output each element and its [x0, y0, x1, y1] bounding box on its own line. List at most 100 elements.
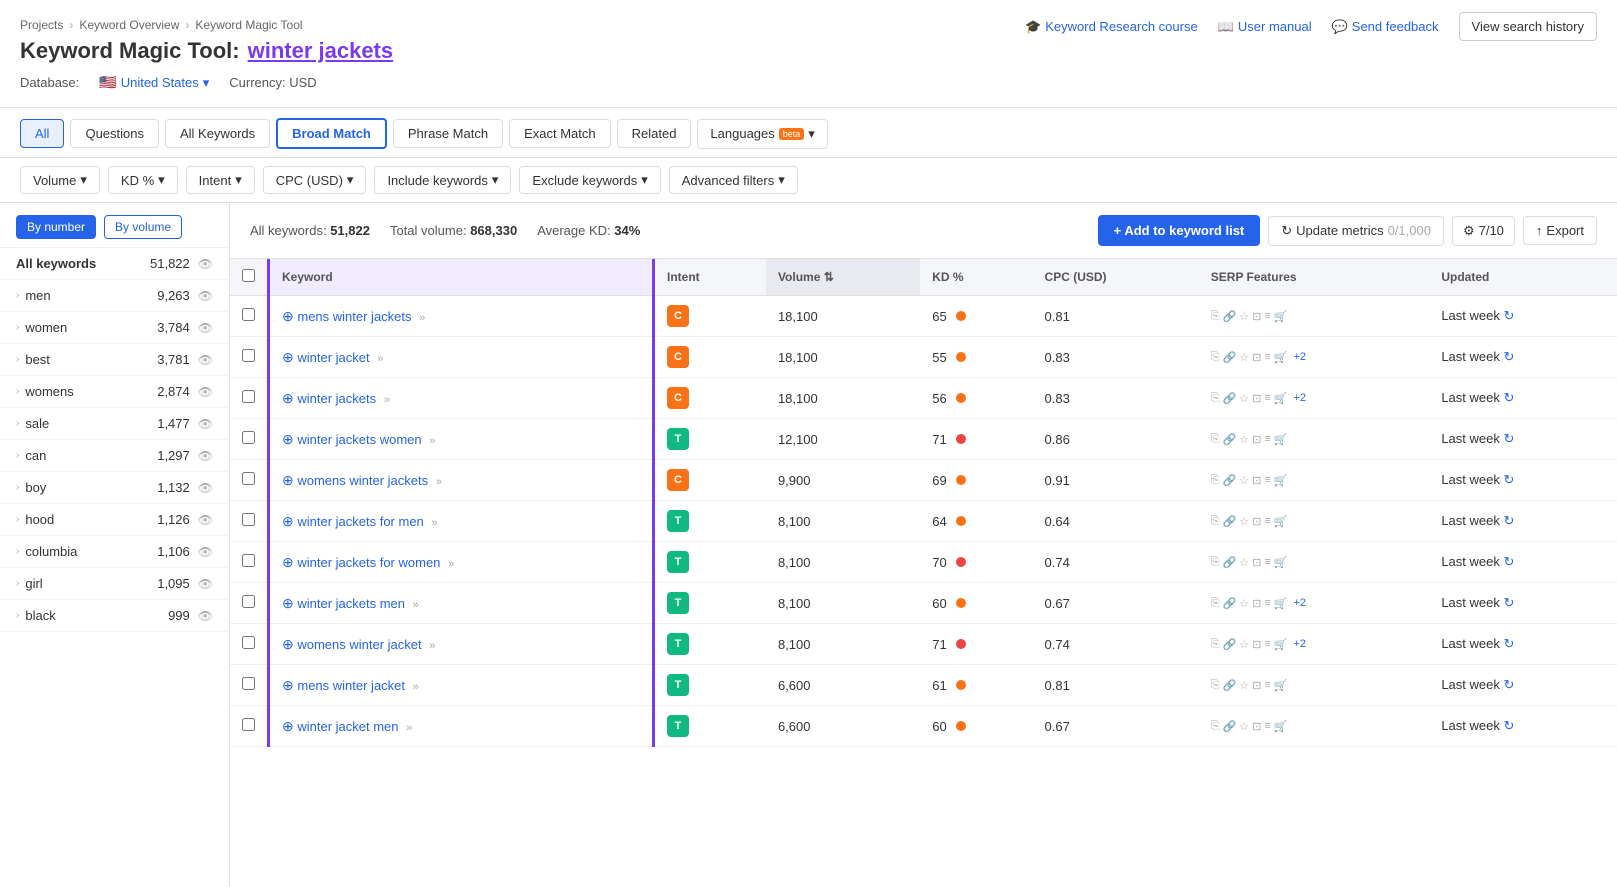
keyword-col-header[interactable]: Keyword: [269, 259, 654, 296]
serp-icon-3[interactable]: ☆: [1239, 679, 1249, 692]
serp-icon-3[interactable]: ☆: [1239, 720, 1249, 733]
keyword-link[interactable]: winter jackets women: [297, 432, 421, 447]
eye-icon[interactable]: 👁: [198, 609, 213, 623]
languages-dropdown[interactable]: Languages beta ▾: [697, 119, 827, 149]
sidebar-item-best[interactable]: › best 3,781 👁: [0, 344, 229, 376]
serp-icon-5[interactable]: ≡: [1264, 433, 1270, 445]
sidebar-item-womens[interactable]: › womens 2,874 👁: [0, 376, 229, 408]
eye-icon[interactable]: 👁: [198, 385, 213, 399]
row-checkbox[interactable]: [242, 390, 255, 403]
serp-icon-5[interactable]: ≡: [1264, 392, 1270, 404]
eye-icon[interactable]: 👁: [198, 449, 213, 463]
refresh-icon[interactable]: ↻: [1503, 677, 1514, 692]
arrow-icon[interactable]: »: [413, 681, 419, 693]
serp-icon-2[interactable]: 🔗: [1223, 638, 1237, 651]
kd-col-header[interactable]: KD %: [920, 259, 1032, 296]
add-keyword-icon[interactable]: ⊕: [282, 390, 294, 406]
serp-icon-1[interactable]: ⎘: [1211, 720, 1220, 733]
intent-filter[interactable]: Intent ▾: [186, 166, 255, 194]
serp-icon-6[interactable]: 🛒: [1274, 392, 1288, 405]
serp-icon-1[interactable]: ⎘: [1211, 433, 1220, 446]
serp-icon-1[interactable]: ⎘: [1211, 597, 1220, 610]
serp-icon-3[interactable]: ☆: [1239, 597, 1249, 610]
eye-icon[interactable]: 👁: [198, 289, 213, 303]
serp-icon-3[interactable]: ☆: [1239, 515, 1249, 528]
serp-icon-6[interactable]: 🛒: [1274, 310, 1288, 323]
serp-icon-5[interactable]: ≡: [1264, 597, 1270, 609]
intent-col-header[interactable]: Intent: [654, 259, 766, 296]
keyword-link[interactable]: winter jackets: [297, 391, 376, 406]
serp-icon-6[interactable]: 🛒: [1274, 351, 1288, 364]
updated-col-header[interactable]: Updated: [1429, 259, 1617, 296]
refresh-icon[interactable]: ↻: [1503, 636, 1514, 651]
arrow-icon[interactable]: »: [406, 722, 412, 734]
refresh-icon[interactable]: ↻: [1503, 513, 1514, 528]
serp-icon-5[interactable]: ≡: [1264, 351, 1270, 363]
serp-icon-4[interactable]: ⊡: [1252, 679, 1261, 692]
volume-col-header[interactable]: Volume ⇅: [766, 259, 920, 296]
tab-exact-match[interactable]: Exact Match: [509, 119, 611, 148]
arrow-icon[interactable]: »: [413, 599, 419, 611]
settings-button[interactable]: ⚙ 7/10: [1452, 216, 1515, 246]
keyword-link[interactable]: womens winter jacket: [297, 637, 421, 652]
serp-icon-2[interactable]: 🔗: [1223, 679, 1237, 692]
sort-by-volume-button[interactable]: By volume: [104, 215, 182, 239]
tab-phrase-match[interactable]: Phrase Match: [393, 119, 503, 148]
serp-icon-5[interactable]: ≡: [1264, 720, 1270, 732]
refresh-icon[interactable]: ↻: [1503, 554, 1514, 569]
export-button[interactable]: ↑ Export: [1523, 216, 1597, 245]
select-all-checkbox[interactable]: [242, 269, 255, 282]
sidebar-item-black[interactable]: › black 999 👁: [0, 600, 229, 632]
row-checkbox[interactable]: [242, 472, 255, 485]
include-keywords-filter[interactable]: Include keywords ▾: [374, 166, 511, 194]
add-keyword-icon[interactable]: ⊕: [282, 472, 294, 488]
serp-icon-5[interactable]: ≡: [1264, 556, 1270, 568]
arrow-icon[interactable]: »: [384, 394, 390, 406]
keyword-link[interactable]: winter jacket men: [297, 719, 398, 734]
serp-icon-6[interactable]: 🛒: [1274, 515, 1288, 528]
serp-icon-6[interactable]: 🛒: [1274, 474, 1288, 487]
tab-related[interactable]: Related: [617, 119, 692, 148]
add-keyword-icon[interactable]: ⊕: [282, 636, 294, 652]
serp-icon-4[interactable]: ⊡: [1252, 474, 1261, 487]
arrow-icon[interactable]: »: [429, 640, 435, 652]
breadcrumb-projects[interactable]: Projects: [20, 18, 63, 32]
arrow-icon[interactable]: »: [431, 517, 437, 529]
row-checkbox[interactable]: [242, 554, 255, 567]
refresh-icon[interactable]: ↻: [1503, 472, 1514, 487]
serp-icon-1[interactable]: ⎘: [1211, 474, 1220, 487]
serp-icon-5[interactable]: ≡: [1264, 679, 1270, 691]
eye-icon[interactable]: 👁: [198, 321, 213, 335]
serp-icon-2[interactable]: 🔗: [1223, 474, 1237, 487]
add-keyword-icon[interactable]: ⊕: [282, 677, 294, 693]
row-checkbox[interactable]: [242, 349, 255, 362]
sidebar-item-can[interactable]: › can 1,297 👁: [0, 440, 229, 472]
serp-icon-2[interactable]: 🔗: [1223, 351, 1237, 364]
serp-icon-1[interactable]: ⎘: [1211, 310, 1220, 323]
eye-icon[interactable]: 👁: [198, 481, 213, 495]
serp-icon-2[interactable]: 🔗: [1223, 556, 1237, 569]
sort-by-number-button[interactable]: By number: [16, 215, 96, 239]
add-keyword-icon[interactable]: ⊕: [282, 513, 294, 529]
serp-icon-2[interactable]: 🔗: [1223, 392, 1237, 405]
serp-icon-4[interactable]: ⊡: [1252, 515, 1261, 528]
sidebar-item-columbia[interactable]: › columbia 1,106 👁: [0, 536, 229, 568]
keyword-link[interactable]: winter jackets for men: [297, 514, 423, 529]
sidebar-item-women[interactable]: › women 3,784 👁: [0, 312, 229, 344]
advanced-filters[interactable]: Advanced filters ▾: [669, 166, 798, 194]
sidebar-item-boy[interactable]: › boy 1,132 👁: [0, 472, 229, 504]
serp-icon-2[interactable]: 🔗: [1223, 720, 1237, 733]
serp-icon-1[interactable]: ⎘: [1211, 515, 1220, 528]
serp-icon-3[interactable]: ☆: [1239, 310, 1249, 323]
serp-icon-4[interactable]: ⊡: [1252, 310, 1261, 323]
add-keyword-icon[interactable]: ⊕: [282, 349, 294, 365]
volume-filter[interactable]: Volume ▾: [20, 166, 100, 194]
serp-icon-4[interactable]: ⊡: [1252, 556, 1261, 569]
serp-icon-4[interactable]: ⊡: [1252, 638, 1261, 651]
row-checkbox[interactable]: [242, 718, 255, 731]
serp-icon-2[interactable]: 🔗: [1223, 310, 1237, 323]
tab-broad-match[interactable]: Broad Match: [276, 118, 387, 149]
keyword-link[interactable]: womens winter jackets: [297, 473, 428, 488]
send-feedback-link[interactable]: 💬 Send feedback: [1332, 19, 1439, 35]
row-checkbox[interactable]: [242, 308, 255, 321]
